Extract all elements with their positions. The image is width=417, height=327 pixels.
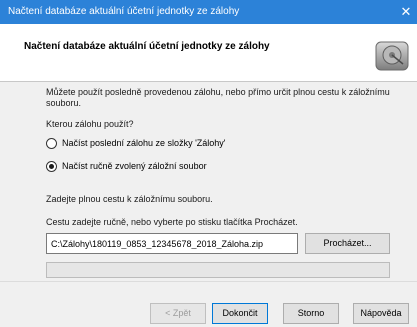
radio-circle-selected[interactable] xyxy=(46,161,57,172)
footer-divider xyxy=(0,281,417,282)
progress-bar xyxy=(46,262,390,278)
browse-button[interactable]: Procházet... xyxy=(305,233,390,254)
finish-button[interactable]: Dokončit xyxy=(212,303,268,324)
wizard-window: Načtení databáze aktuální účetní jednotk… xyxy=(0,0,417,327)
backup-path-input[interactable] xyxy=(46,233,298,254)
wizard-header: Načtení databáze aktuální účetní jednotk… xyxy=(0,24,417,82)
intro-text-line-2: souboru. xyxy=(46,98,82,108)
disk-drive-icon xyxy=(375,41,409,71)
question-label: Kterou zálohu použít? xyxy=(46,119,134,129)
radio-dot xyxy=(49,164,54,169)
cancel-button[interactable]: Storno xyxy=(283,303,339,324)
title-bar[interactable]: Načtení databáze aktuální účetní jednotk… xyxy=(0,0,417,24)
page-title: Načtení databáze aktuální účetní jednotk… xyxy=(24,41,270,52)
radio-manual-file[interactable]: Načíst ručně zvolený záložní soubor xyxy=(46,161,266,173)
help-button[interactable]: Nápověda xyxy=(353,303,409,324)
path-hint: Cestu zadejte ručně, nebo vyberte po sti… xyxy=(46,217,298,227)
wizard-content: Můžete použít posledně provedenou zálohu… xyxy=(0,83,417,281)
intro-text-line-1: Můžete použít posledně provedenou zálohu… xyxy=(46,87,390,97)
radio-circle[interactable] xyxy=(46,138,57,149)
radio-last-backup[interactable]: Načíst poslední zálohu ze složky 'Zálohy… xyxy=(46,138,266,150)
back-button[interactable]: < Zpět xyxy=(150,303,206,324)
radio-last-backup-label: Načíst poslední zálohu ze složky 'Zálohy… xyxy=(62,138,226,148)
close-icon[interactable]: ✕ xyxy=(395,0,417,24)
radio-manual-file-label: Načíst ručně zvolený záložní soubor xyxy=(62,161,207,171)
path-prompt: Zadejte plnou cestu k záložnímu souboru. xyxy=(46,194,213,204)
window-title: Načtení databáze aktuální účetní jednotk… xyxy=(8,6,240,17)
